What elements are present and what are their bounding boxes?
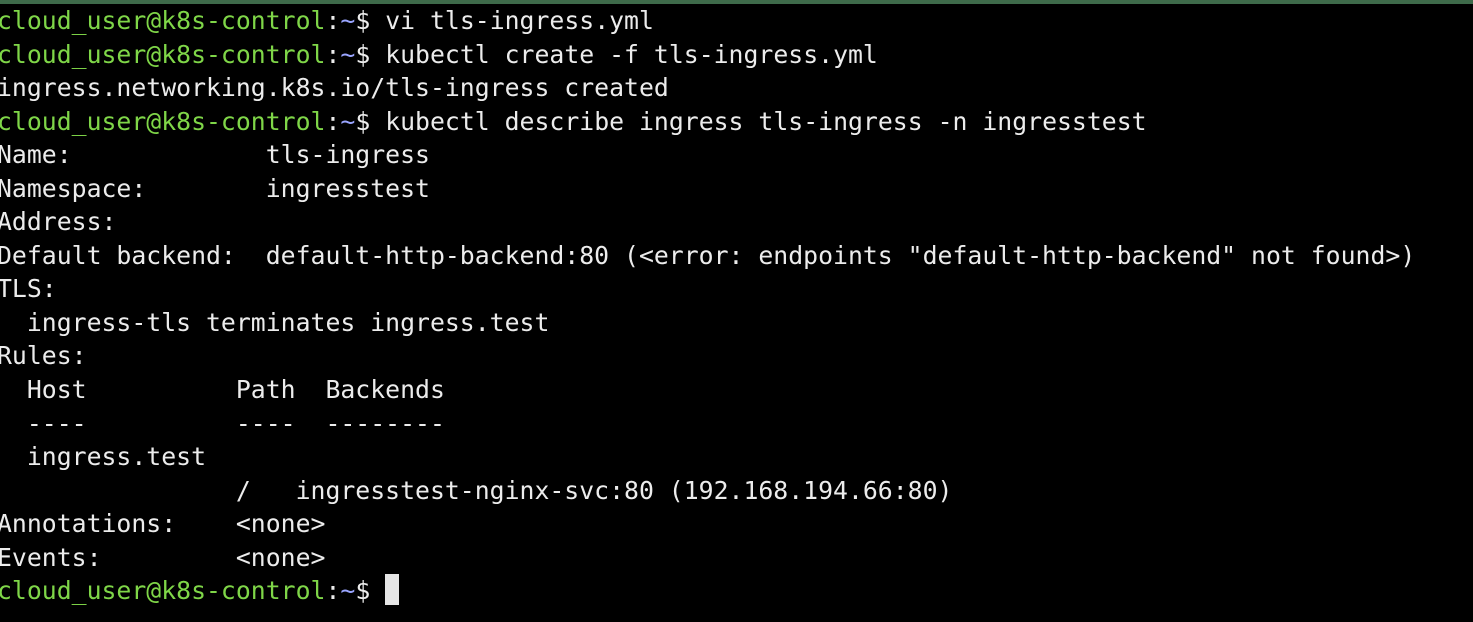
- terminal-cursor[interactable]: [385, 574, 400, 606]
- output-line-namespace: Namespace: ingresstest: [0, 173, 430, 203]
- output-line-default-backend: Default backend: default-http-backend:80…: [0, 240, 1416, 270]
- output-line-tls-header: TLS:: [0, 274, 57, 304]
- prompt-line-active[interactable]: cloud_user@k8s-control:~$: [0, 574, 1473, 608]
- output-line: ingress.networking.k8s.io/tls-ingress cr…: [0, 73, 669, 103]
- output-line-rules-divider: ---- ---- --------: [0, 408, 445, 438]
- output-line-rules-host: ingress.test: [0, 442, 207, 472]
- command-text: vi tls-ingress.yml: [370, 6, 654, 35]
- prompt-separator: :: [325, 576, 341, 606]
- output-line-rules-path: / ingresstest-nginx-svc:80 (192.168.194.…: [0, 475, 953, 505]
- prompt-user-host: cloud_user@k8s-control: [0, 6, 326, 35]
- prompt-symbol: $: [355, 39, 371, 69]
- output-line-name: Name: tls-ingress: [0, 140, 430, 170]
- prompt-path: ~: [340, 576, 356, 606]
- command-text: kubectl describe ingress tls-ingress -n …: [370, 106, 1147, 136]
- prompt-separator: :: [325, 6, 341, 35]
- output-line-rules-header: Rules:: [0, 341, 87, 371]
- prompt-separator: :: [325, 106, 341, 136]
- output-line-events: Events: <none>: [0, 542, 326, 572]
- output-line-rules-columns: Host Path Backends: [0, 375, 445, 405]
- prompt-path: ~: [340, 106, 356, 136]
- prompt-user-host: cloud_user@k8s-control: [0, 576, 326, 606]
- prompt-symbol: $: [355, 6, 371, 35]
- prompt-user-host: cloud_user@k8s-control: [0, 106, 326, 136]
- prompt-line-2: cloud_user@k8s-control:~$ kubectl create…: [0, 38, 1473, 72]
- prompt-separator: :: [325, 39, 341, 69]
- prompt-line-3: cloud_user@k8s-control:~$ kubectl descri…: [0, 105, 1473, 139]
- output-line-tls-entry: ingress-tls terminates ingress.test: [0, 307, 550, 337]
- prompt-path: ~: [340, 6, 356, 35]
- command-text: kubectl create -f tls-ingress.yml: [370, 39, 878, 69]
- prompt-path: ~: [340, 39, 356, 69]
- prompt-symbol: $: [355, 106, 371, 136]
- output-line-address: Address:: [0, 207, 117, 237]
- prompt-user-host: cloud_user@k8s-control: [0, 39, 326, 69]
- terminal-window[interactable]: cloud_user@k8s-control:~$ vi tls-ingress…: [0, 4, 1473, 622]
- prompt-line-1: cloud_user@k8s-control:~$ vi tls-ingress…: [0, 4, 1473, 38]
- output-line-annotations: Annotations: <none>: [0, 509, 326, 539]
- prompt-symbol: $: [355, 576, 371, 606]
